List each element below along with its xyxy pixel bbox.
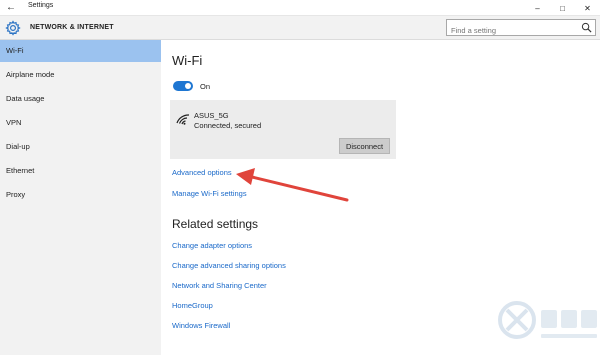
network-status: Connected, secured bbox=[194, 121, 262, 130]
window-controls: – □ ✕ bbox=[525, 0, 600, 16]
minimize-icon[interactable]: – bbox=[525, 0, 550, 16]
sidebar-item-dial-up[interactable]: Dial-up bbox=[0, 136, 161, 158]
search-input[interactable] bbox=[447, 23, 575, 38]
annotation-arrow bbox=[236, 168, 349, 202]
search-box[interactable] bbox=[446, 19, 596, 38]
sidebar-item-ethernet[interactable]: Ethernet bbox=[0, 160, 161, 182]
sidebar-item-data-usage[interactable]: Data usage bbox=[0, 88, 161, 110]
sidebar-item-wifi[interactable]: Wi-Fi bbox=[0, 40, 161, 62]
sidebar-item-proxy[interactable]: Proxy bbox=[0, 184, 161, 206]
advanced-options-link[interactable]: Advanced options bbox=[172, 168, 232, 177]
windows-firewall-link[interactable]: Windows Firewall bbox=[172, 321, 230, 330]
connected-network-card[interactable]: ASUS_5G Connected, secured Disconnect bbox=[170, 100, 396, 159]
close-icon[interactable]: ✕ bbox=[575, 0, 600, 16]
sidebar-item-vpn[interactable]: VPN bbox=[0, 112, 161, 134]
related-settings-heading: Related settings bbox=[172, 217, 259, 231]
window-title: Settings bbox=[28, 2, 54, 9]
sidebar: Wi-Fi Airplane mode Data usage VPN Dial-… bbox=[0, 40, 161, 355]
page-title: Wi-Fi bbox=[172, 53, 203, 68]
wifi-signal-icon bbox=[176, 114, 190, 125]
watermark-logo bbox=[498, 301, 597, 339]
change-adapter-options-link[interactable]: Change adapter options bbox=[172, 241, 252, 250]
disconnect-button[interactable]: Disconnect bbox=[339, 138, 390, 154]
gear-icon bbox=[5, 20, 21, 36]
network-sharing-center-link[interactable]: Network and Sharing Center bbox=[172, 281, 267, 290]
toggle-knob bbox=[185, 83, 191, 89]
settings-header: NETWORK & INTERNET bbox=[0, 16, 600, 40]
homegroup-link[interactable]: HomeGroup bbox=[172, 301, 213, 310]
toggle-state-label: On bbox=[200, 82, 211, 91]
wifi-toggle[interactable] bbox=[173, 81, 193, 91]
network-name: ASUS_5G bbox=[194, 111, 229, 120]
title-bar: ← Settings – □ ✕ bbox=[0, 0, 600, 16]
change-advanced-sharing-link[interactable]: Change advanced sharing options bbox=[172, 261, 286, 270]
sidebar-item-airplane-mode[interactable]: Airplane mode bbox=[0, 64, 161, 86]
search-icon[interactable] bbox=[581, 22, 592, 33]
back-arrow-icon[interactable]: ← bbox=[4, 1, 18, 15]
section-header-title: NETWORK & INTERNET bbox=[30, 24, 114, 31]
maximize-icon[interactable]: □ bbox=[550, 0, 575, 16]
